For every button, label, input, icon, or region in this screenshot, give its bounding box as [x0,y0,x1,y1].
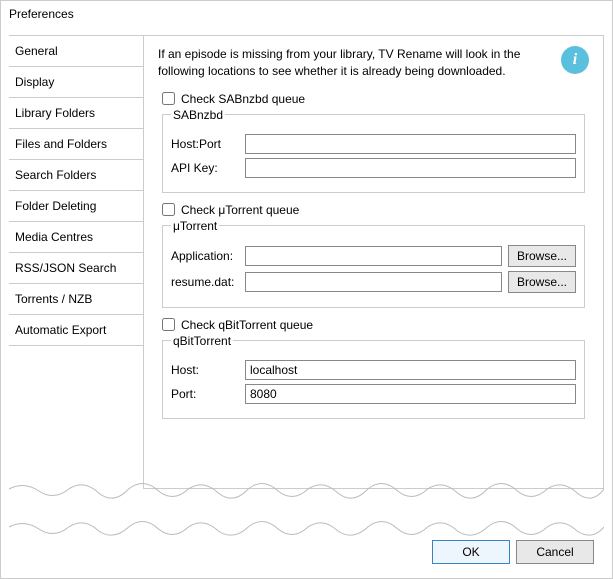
settings-panel: If an episode is missing from your libra… [143,35,604,489]
cancel-button[interactable]: Cancel [516,540,594,564]
qbit-fieldset: qBitTorrent Host: Port: [162,334,585,419]
sab-fieldset: SABnzbd Host:Port API Key: [162,108,585,193]
utor-fieldset: μTorrent Application: Browse... resume.d… [162,219,585,308]
tab-rss-json-search[interactable]: RSS/JSON Search [9,253,143,284]
tab-media-centres[interactable]: Media Centres [9,222,143,253]
check-sab-row: Check SABnzbd queue [162,92,589,106]
utor-resume-label: resume.dat: [171,275,239,289]
tab-torrents-nzb[interactable]: Torrents / NZB [9,284,143,315]
check-qbit-label: Check qBitTorrent queue [181,318,313,332]
tabs-list: General Display Library Folders Files an… [9,35,143,489]
tab-display[interactable]: Display [9,67,143,98]
intro-row: If an episode is missing from your libra… [158,46,589,80]
check-utor[interactable] [162,203,175,216]
check-qbit-row: Check qBitTorrent queue [162,318,589,332]
qbit-port-input[interactable] [245,384,576,404]
qbit-host-label: Host: [171,363,239,377]
preferences-window: Preferences General Display Library Fold… [0,0,613,579]
qbit-legend: qBitTorrent [171,334,233,348]
check-utor-label: Check μTorrent queue [181,203,299,217]
sab-legend: SABnzbd [171,108,225,122]
sab-api-input[interactable] [245,158,576,178]
intro-text: If an episode is missing from your libra… [158,46,551,80]
tab-automatic-export[interactable]: Automatic Export [9,315,143,346]
tab-search-folders[interactable]: Search Folders [9,160,143,191]
tab-folder-deleting[interactable]: Folder Deleting [9,191,143,222]
utor-app-input[interactable] [245,246,502,266]
dialog-buttons: OK Cancel [432,540,594,564]
sab-api-label: API Key: [171,161,239,175]
utor-legend: μTorrent [171,219,219,233]
check-sab[interactable] [162,92,175,105]
sab-host-input[interactable] [245,134,576,154]
tab-general[interactable]: General [9,35,143,67]
window-title: Preferences [1,1,612,27]
check-qbit[interactable] [162,318,175,331]
tab-library-folders[interactable]: Library Folders [9,98,143,129]
utor-app-browse-button[interactable]: Browse... [508,245,576,267]
utor-app-label: Application: [171,249,239,263]
utor-resume-browse-button[interactable]: Browse... [508,271,576,293]
tab-files-and-folders[interactable]: Files and Folders [9,129,143,160]
qbit-host-input[interactable] [245,360,576,380]
check-sab-label: Check SABnzbd queue [181,92,305,106]
info-icon[interactable]: i [561,46,589,74]
content-area: General Display Library Folders Files an… [1,27,612,497]
ok-button[interactable]: OK [432,540,510,564]
sab-host-label: Host:Port [171,137,239,151]
qbit-port-label: Port: [171,387,239,401]
check-utor-row: Check μTorrent queue [162,203,589,217]
utor-resume-input[interactable] [245,272,502,292]
